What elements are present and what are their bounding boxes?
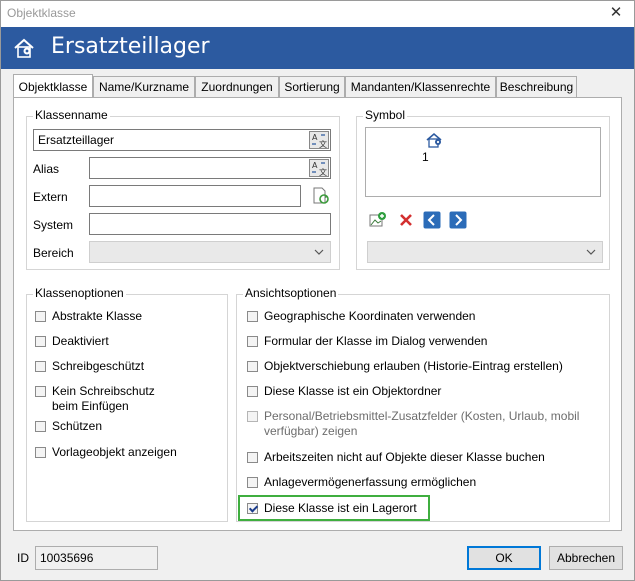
tab-objektklasse[interactable]: Objektklasse bbox=[13, 74, 93, 97]
dialog-window: Objektklasse ✕ Ersatzteillager Objektkla… bbox=[0, 0, 635, 581]
symbol-number: 1 bbox=[422, 150, 429, 164]
checkbox-label: Anlagevermögenerfassung ermöglichen bbox=[264, 475, 477, 489]
svg-text:文: 文 bbox=[319, 167, 327, 177]
checkbox[interactable] bbox=[247, 452, 258, 463]
checkbox-label: Abstrakte Klasse bbox=[52, 309, 143, 323]
checkbox-label: Diese Klasse ist ein Objektordner bbox=[264, 384, 442, 398]
checkbox[interactable] bbox=[35, 447, 46, 458]
checkbox-label: Personal/Betriebsmittel-Zusatzfelder (Ko… bbox=[264, 409, 580, 438]
option-personal-zusatzfelder: Personal/Betriebsmittel-Zusatzfelder (Ko… bbox=[247, 409, 597, 439]
checkbox-label: Deaktiviert bbox=[52, 334, 109, 348]
checkbox-label: Geographische Koordinaten verwenden bbox=[264, 309, 476, 323]
tab-sortierung[interactable]: Sortierung bbox=[279, 76, 345, 98]
checkbox[interactable] bbox=[247, 336, 258, 347]
svg-text:A: A bbox=[312, 133, 318, 142]
checkbox-label: Schützen bbox=[52, 419, 103, 433]
option-deaktiviert[interactable]: Deaktiviert bbox=[35, 334, 109, 349]
checkbox-label: Arbeitszeiten nicht auf Objekte dieser K… bbox=[264, 450, 545, 464]
title-bar: Objektklasse ✕ bbox=[1, 1, 634, 27]
option-vorlageobjekt[interactable]: Vorlageobjekt anzeigen bbox=[35, 445, 177, 460]
house-location-icon bbox=[426, 132, 442, 148]
checkbox[interactable] bbox=[247, 477, 258, 488]
checkbox[interactable] bbox=[35, 336, 46, 347]
header-banner: Ersatzteillager bbox=[1, 27, 634, 69]
checkbox-label: Vorlageobjekt anzeigen bbox=[52, 445, 177, 459]
view-options-group: Ansichtsoptionen Geographische Koordinat… bbox=[236, 286, 610, 522]
svg-text:A: A bbox=[312, 161, 318, 170]
system-label: System bbox=[33, 218, 74, 232]
checkbox[interactable] bbox=[35, 361, 46, 372]
checkbox[interactable] bbox=[247, 361, 258, 372]
tab-zuordnungen[interactable]: Zuordnungen bbox=[195, 76, 279, 98]
checkbox[interactable] bbox=[247, 386, 258, 397]
translate-icon[interactable]: A 文 bbox=[309, 159, 329, 177]
symbol-preview[interactable]: 1 bbox=[365, 127, 601, 197]
svg-text:文: 文 bbox=[319, 139, 327, 149]
extern-label: Extern bbox=[33, 190, 68, 204]
option-lagerort[interactable]: Diese Klasse ist ein Lagerort bbox=[247, 501, 417, 516]
checkbox-checked[interactable] bbox=[247, 503, 258, 514]
id-label: ID bbox=[17, 551, 29, 565]
view-options-group-title: Ansichtsoptionen bbox=[243, 286, 339, 300]
checkbox[interactable] bbox=[247, 311, 258, 322]
checkbox-label: Diese Klasse ist ein Lagerort bbox=[264, 501, 417, 515]
bereich-label: Bereich bbox=[33, 246, 74, 260]
translate-icon[interactable]: A 文 bbox=[309, 131, 329, 149]
delete-icon[interactable] bbox=[397, 211, 415, 229]
add-image-icon[interactable] bbox=[369, 211, 387, 229]
classname-group: Klassenname Ersatzteillager A 文 Alias A … bbox=[26, 108, 340, 270]
option-formular-dialog[interactable]: Formular der Klasse im Dialog verwenden bbox=[247, 334, 487, 349]
option-objektverschiebung[interactable]: Objektverschiebung erlauben (Historie-Ei… bbox=[247, 359, 563, 374]
symbol-group: Symbol 1 bbox=[356, 108, 610, 270]
extern-field[interactable] bbox=[89, 185, 301, 207]
option-abstrakte-klasse[interactable]: Abstrakte Klasse bbox=[35, 309, 142, 324]
checkbox-label: Schreibgeschützt bbox=[52, 359, 145, 373]
option-objektordner[interactable]: Diese Klasse ist ein Objektordner bbox=[247, 384, 441, 399]
option-schuetzen[interactable]: Schützen bbox=[35, 419, 102, 434]
close-icon[interactable]: ✕ bbox=[602, 2, 630, 24]
tab-beschreibung[interactable]: Beschreibung bbox=[496, 76, 577, 98]
alias-field[interactable] bbox=[89, 157, 331, 179]
checkbox bbox=[247, 411, 258, 422]
checkbox[interactable] bbox=[35, 311, 46, 322]
house-location-icon bbox=[14, 38, 34, 58]
system-field[interactable] bbox=[89, 213, 331, 235]
checkbox[interactable] bbox=[35, 421, 46, 432]
refresh-document-icon[interactable] bbox=[311, 187, 331, 205]
checkbox-label: Kein Schreibschutz beim Einfügen bbox=[52, 384, 155, 413]
symbol-select[interactable] bbox=[367, 241, 603, 263]
bereich-select[interactable] bbox=[89, 241, 331, 263]
tab-name-kurzname[interactable]: Name/Kurzname bbox=[93, 76, 195, 98]
option-schreibgeschuetzt[interactable]: Schreibgeschützt bbox=[35, 359, 144, 374]
arrow-right-icon[interactable] bbox=[449, 211, 467, 229]
id-field: 10035696 bbox=[35, 546, 158, 570]
option-arbeitszeiten[interactable]: Arbeitszeiten nicht auf Objekte dieser K… bbox=[247, 450, 545, 465]
classname-field[interactable]: Ersatzteillager bbox=[33, 129, 331, 151]
alias-label: Alias bbox=[33, 162, 60, 176]
chevron-down-icon bbox=[586, 249, 596, 255]
class-options-group: Klassenoptionen Abstrakte Klasse Deaktiv… bbox=[26, 286, 228, 522]
header-title: Ersatzteillager bbox=[51, 34, 210, 59]
checkbox-label: Objektverschiebung erlauben (Historie-Ei… bbox=[264, 359, 563, 373]
ok-button[interactable]: OK bbox=[467, 546, 541, 570]
checkbox[interactable] bbox=[35, 386, 46, 397]
chevron-down-icon bbox=[314, 249, 324, 255]
tab-mandanten-klassenrechte[interactable]: Mandanten/Klassenrechte bbox=[345, 76, 496, 98]
classname-group-title: Klassenname bbox=[33, 108, 110, 122]
checkbox-label: Formular der Klasse im Dialog verwenden bbox=[264, 334, 488, 348]
class-options-group-title: Klassenoptionen bbox=[33, 286, 126, 300]
option-anlagevermoegen[interactable]: Anlagevermögenerfassung ermöglichen bbox=[247, 475, 476, 490]
option-geo-koordinaten[interactable]: Geographische Koordinaten verwenden bbox=[247, 309, 475, 324]
window-title: Objektklasse bbox=[7, 6, 76, 20]
tab-panel: Klassenname Ersatzteillager A 文 Alias A … bbox=[13, 97, 622, 531]
symbol-group-title: Symbol bbox=[363, 108, 408, 122]
arrow-left-icon[interactable] bbox=[423, 211, 441, 229]
cancel-button[interactable]: Abbrechen bbox=[549, 546, 623, 570]
option-kein-schreibschutz[interactable]: Kein Schreibschutz beim Einfügen bbox=[35, 384, 155, 414]
